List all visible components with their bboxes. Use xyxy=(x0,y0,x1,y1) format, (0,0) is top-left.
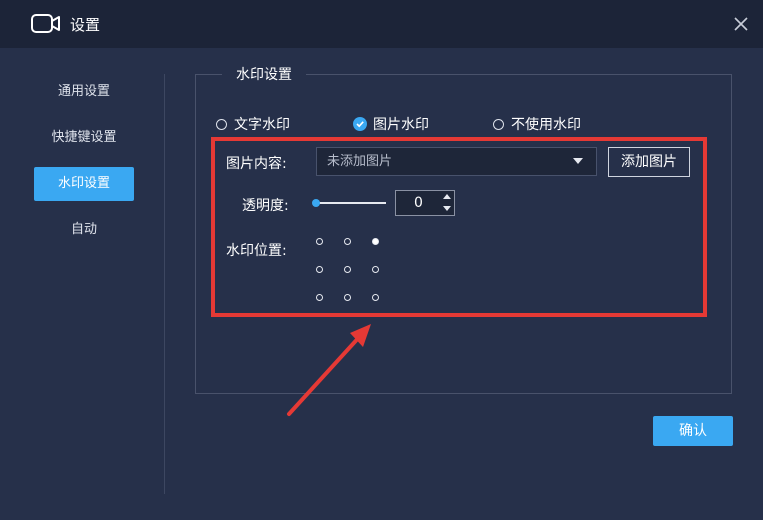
watermark-group-title: 水印设置 xyxy=(222,64,306,84)
radio-text-watermark[interactable]: 文字水印 xyxy=(216,113,290,135)
video-camera-icon xyxy=(31,14,60,33)
title-bar: 设置 xyxy=(0,0,763,48)
radio-image-watermark[interactable]: 图片水印 xyxy=(353,113,429,135)
sidebar-item-auto[interactable]: 自动 xyxy=(34,213,134,247)
radio-no-watermark[interactable]: 不使用水印 xyxy=(493,113,581,135)
annotation-highlight-box xyxy=(211,137,707,317)
confirm-button[interactable]: 确认 xyxy=(653,416,733,446)
radio-label: 不使用水印 xyxy=(511,117,581,133)
sidebar-item-shortcuts[interactable]: 快捷键设置 xyxy=(34,121,134,155)
radio-label: 图片水印 xyxy=(373,117,429,133)
sidebar-item-watermark[interactable]: 水印设置 xyxy=(34,167,134,201)
window-title: 设置 xyxy=(70,16,101,34)
close-icon[interactable] xyxy=(731,14,751,34)
radio-unchecked-icon xyxy=(216,118,227,130)
sidebar-item-general[interactable]: 通用设置 xyxy=(34,75,134,109)
radio-checked-icon xyxy=(353,117,367,131)
radio-unchecked-icon xyxy=(493,118,504,130)
radio-label: 文字水印 xyxy=(234,117,290,133)
sidebar-divider xyxy=(164,74,165,494)
